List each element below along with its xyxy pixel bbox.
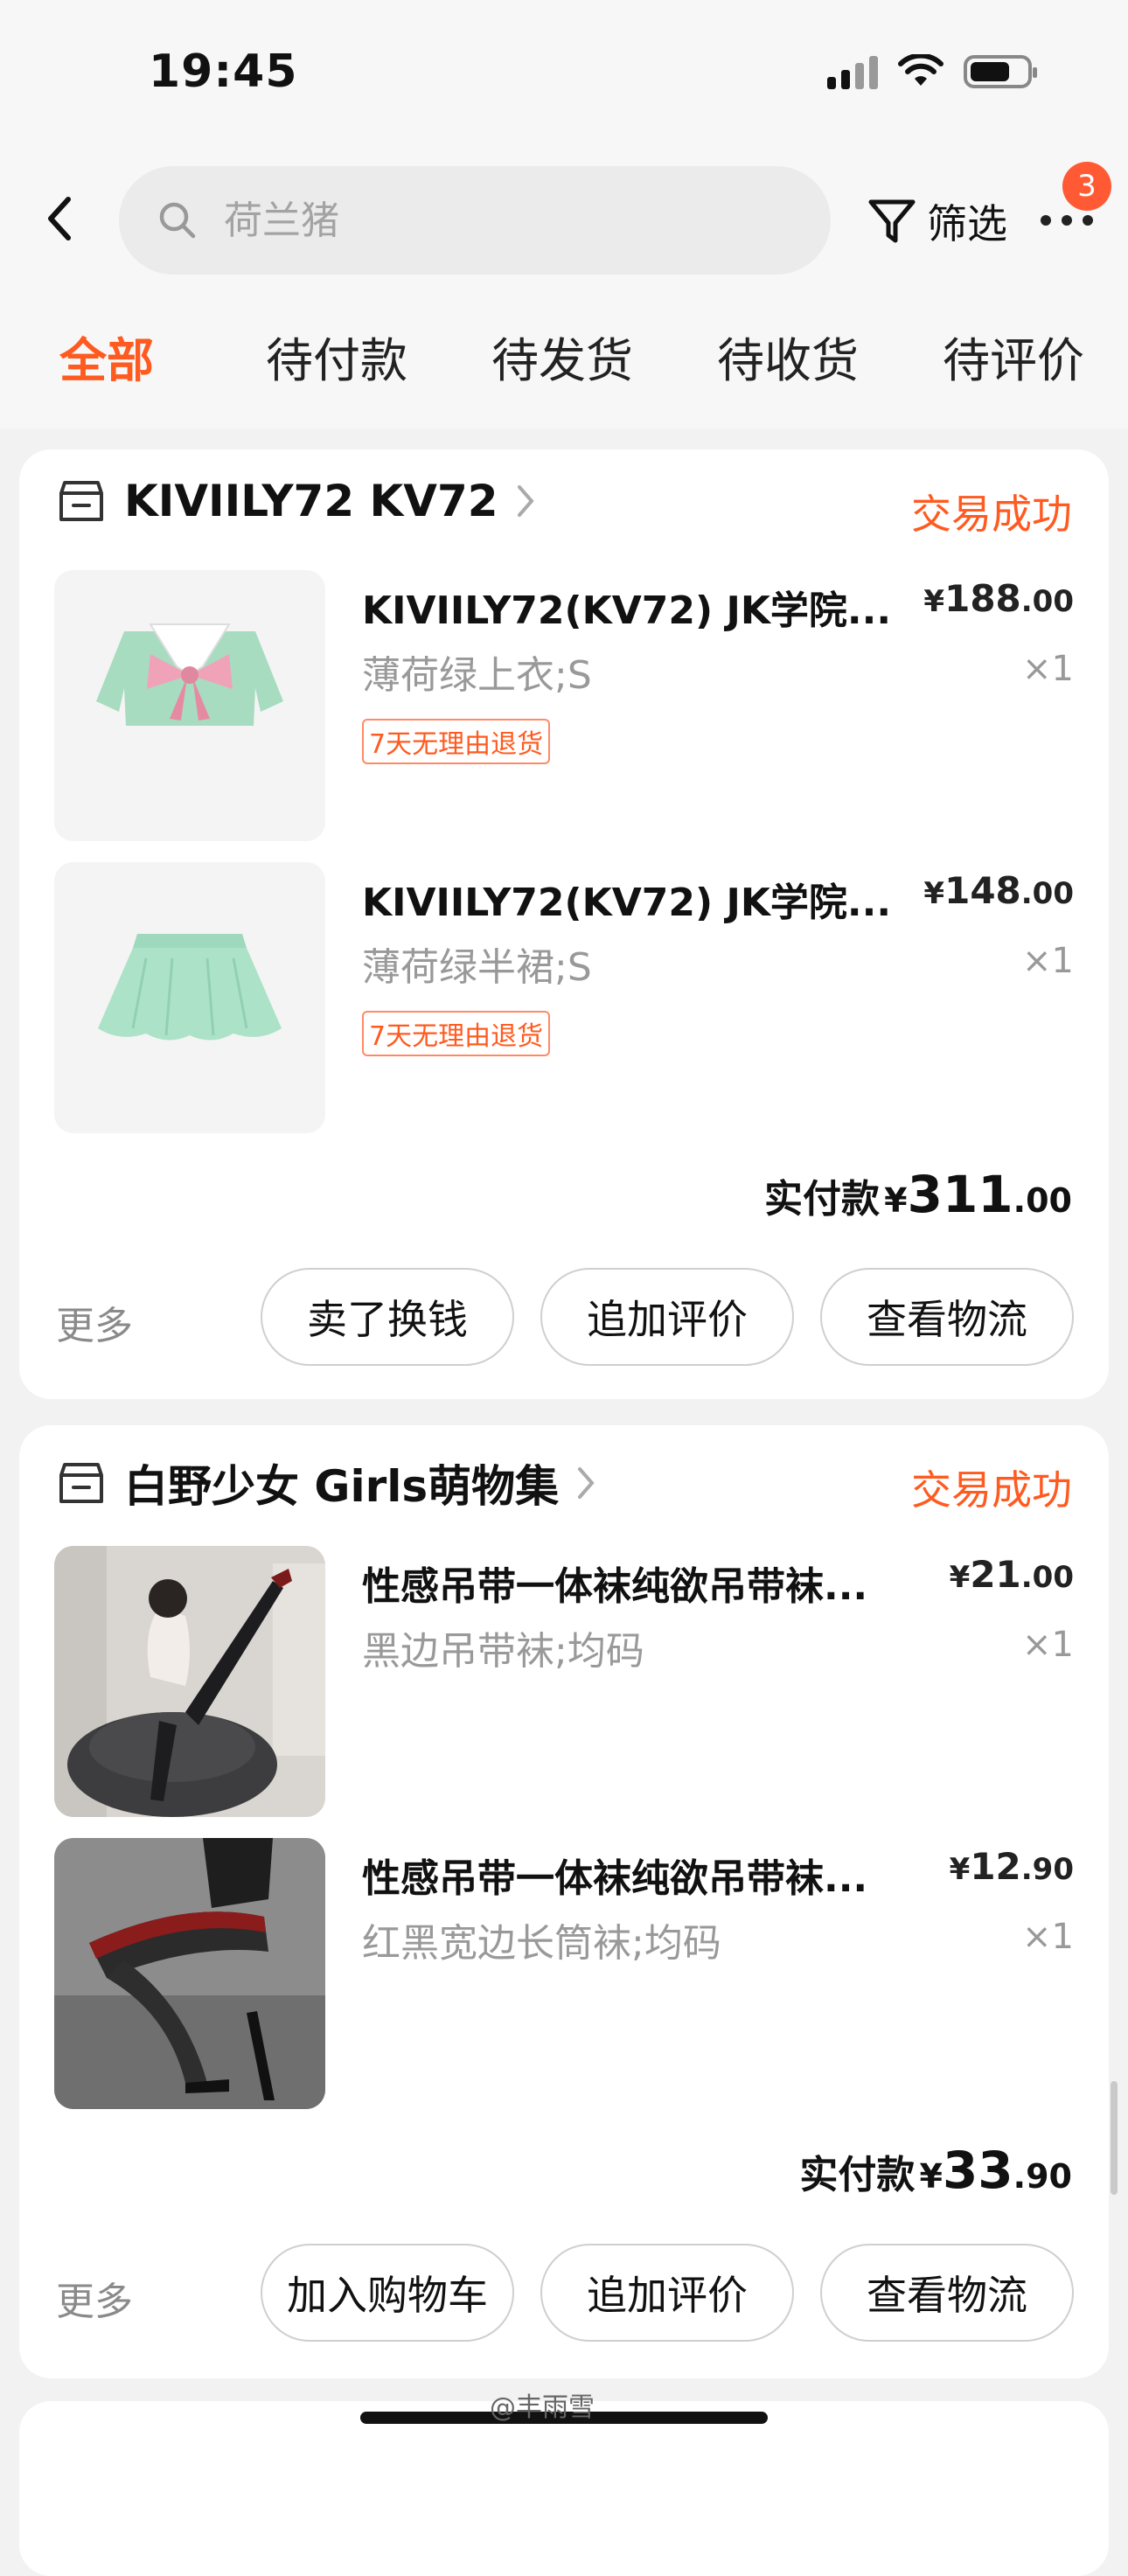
order-item[interactable]: 性感吊带一体袜纯欲吊带袜... 红黑宽边长筒袜;均码 ¥12.90 ×1 [54,1838,1074,2109]
order-tabs: 全部 待付款 待发货 待收货 待评价 [0,322,1128,392]
shop-name: KIVIILY72 KV72 [124,476,498,526]
filter-icon [868,199,916,243]
view-logistics-button[interactable]: 查看物流 [820,2244,1074,2342]
back-button[interactable] [42,194,86,247]
product-price: ¥148.00 [923,869,1074,912]
product-title: 性感吊带一体袜纯欲吊带袜... [362,1564,868,1609]
product-image-top [54,570,325,841]
chevron-right-icon [517,485,534,517]
search-icon [159,202,196,239]
shop-header[interactable]: 白野少女 Girls萌物集 [56,1452,595,1514]
status-time: 19:45 [149,45,298,98]
product-sku: 红黑宽边长筒袜;均码 [362,1921,721,1966]
order-status: 交易成功 [911,1466,1072,1514]
app-header: 19:45 筛选 3 全部 待付款 待发货 [0,0,1128,428]
product-price: ¥188.00 [923,577,1074,620]
order-card: 白野少女 Girls萌物集 交易成功 性感吊带一体袜纯欲吊带袜... 黑边吊带袜… [19,1425,1109,2378]
shop-name: 白野少女 Girls萌物集 [124,1461,560,1512]
scrollbar[interactable] [1111,2081,1118,2195]
chevron-left-icon [48,197,71,240]
chevron-right-icon [578,1467,595,1499]
search-bar[interactable] [119,166,831,275]
product-title: KIVIILY72(KV72) JK学院... [362,881,892,925]
product-image-skirt [54,862,325,1133]
order-item[interactable]: KIVIILY72(KV72) JK学院... 薄荷绿半裙;S ¥148.00 … [54,862,1074,1133]
tab-pending-payment[interactable]: 待付款 [266,322,407,391]
product-quantity: ×1 [1022,1917,1074,1957]
product-title: KIVIILY72(KV72) JK学院... [362,588,892,633]
order-status: 交易成功 [911,491,1072,538]
product-sku: 薄荷绿上衣;S [362,653,592,698]
order-item[interactable]: KIVIILY72(KV72) JK学院... 薄荷绿上衣;S ¥188.00 … [54,570,1074,841]
product-sku: 黑边吊带袜;均码 [362,1629,644,1674]
product-sku: 薄荷绿半裙;S [362,945,592,990]
tab-all[interactable]: 全部 [59,322,154,391]
cellular-signal-icon [827,54,878,89]
product-quantity: ×1 [1022,941,1074,981]
store-icon [59,1463,103,1503]
order-total: 实付款 ¥311.00 [764,1165,1072,1224]
add-to-cart-button[interactable]: 加入购物车 [261,2244,514,2342]
add-review-button[interactable]: 追加评价 [540,1268,794,1366]
order-card: KIVIILY72 KV72 交易成功 KIVIILY72(KV72) JK学院… [19,449,1109,1399]
more-menu-button[interactable] [1041,206,1102,241]
wifi-icon [898,54,943,86]
order-item[interactable]: 性感吊带一体袜纯欲吊带袜... 黑边吊带袜;均码 ¥21.00 ×1 [54,1546,1074,1817]
return-policy-tag: 7天无理由退货 [362,1011,551,1056]
more-link[interactable]: 更多 [56,1294,133,1350]
resell-button[interactable]: 卖了换钱 [261,1268,514,1366]
watermark: @丰雨雪 [490,2392,595,2423]
tab-pending-shipment[interactable]: 待发货 [491,322,633,391]
more-dots-icon [1041,215,1102,226]
more-link[interactable]: 更多 [56,2270,133,2326]
store-icon [59,481,103,521]
search-input[interactable] [222,197,750,244]
product-price: ¥21.00 [949,1553,1074,1596]
tab-pending-review[interactable]: 待评价 [943,322,1084,391]
next-order-card [19,2401,1109,2576]
filter-label: 筛选 [927,200,1007,247]
product-quantity: ×1 [1022,1625,1074,1665]
view-logistics-button[interactable]: 查看物流 [820,1268,1074,1366]
product-image-photo [54,1838,325,2109]
product-price: ¥12.90 [949,1845,1074,1888]
product-title: 性感吊带一体袜纯欲吊带袜... [362,1856,868,1901]
tab-pending-receipt[interactable]: 待收货 [717,322,859,391]
order-total: 实付款 ¥33.90 [799,2141,1072,2200]
status-icons [827,54,1037,89]
product-image-photo [54,1546,325,1817]
notification-badge: 3 [1062,162,1111,211]
battery-icon [964,55,1037,88]
return-policy-tag: 7天无理由退货 [362,719,551,764]
product-quantity: ×1 [1022,649,1074,689]
filter-button[interactable]: 筛选 [866,192,1007,250]
add-review-button[interactable]: 追加评价 [540,2244,794,2342]
shop-header[interactable]: KIVIILY72 KV72 [56,476,535,526]
